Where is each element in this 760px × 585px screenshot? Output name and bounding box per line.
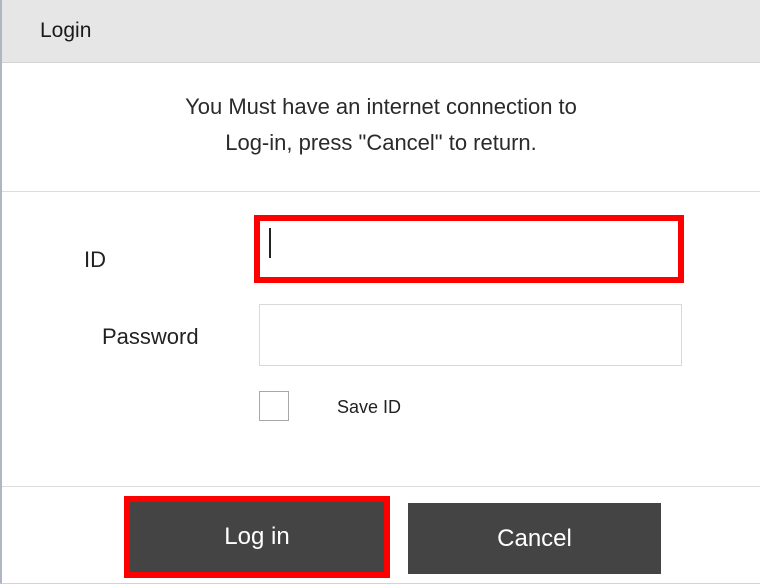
cancel-button-label: Cancel — [497, 524, 572, 552]
title-bar: Login — [2, 0, 760, 63]
separator-top — [2, 191, 760, 192]
password-label: Password — [102, 324, 199, 349]
password-input[interactable] — [259, 304, 682, 366]
save-id-checkbox[interactable] — [259, 391, 289, 421]
save-id-label[interactable]: Save ID — [337, 397, 401, 418]
info-message-line-2: Log-in, press "Cancel" to return. — [225, 130, 537, 155]
id-label: ID — [84, 247, 106, 272]
text-caret — [269, 228, 271, 258]
login-button[interactable]: Log in — [124, 496, 390, 578]
cancel-button[interactable]: Cancel — [408, 503, 661, 574]
info-message: You Must have an internet connection to … — [2, 89, 760, 161]
dialog-title: Login — [40, 19, 92, 42]
info-message-line-1: You Must have an internet connection to — [185, 94, 577, 119]
separator-bottom — [2, 486, 760, 487]
login-dialog: Login You Must have an internet connecti… — [0, 0, 760, 584]
login-button-label: Log in — [224, 523, 290, 550]
id-input[interactable] — [254, 215, 684, 283]
